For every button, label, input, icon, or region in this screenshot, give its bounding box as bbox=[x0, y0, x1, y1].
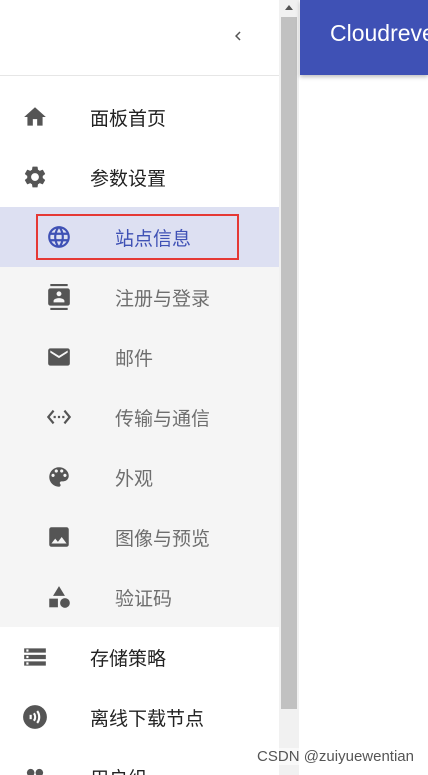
nav-item-label: 验证码 bbox=[115, 587, 173, 610]
nav-subitem-image-preview[interactable]: 图像与预览 bbox=[0, 507, 279, 567]
nav-item-label: 传输与通信 bbox=[115, 407, 211, 430]
group-icon bbox=[22, 764, 48, 775]
nav-subitem-mail[interactable]: 邮件 bbox=[0, 327, 279, 387]
nav-item-settings[interactable]: 参数设置 bbox=[0, 147, 279, 207]
scroll-up-button[interactable] bbox=[279, 0, 299, 16]
drawer-header bbox=[0, 0, 279, 76]
palette-icon bbox=[46, 464, 72, 490]
globe-icon bbox=[46, 224, 72, 250]
nav-item-label: 用户组 bbox=[90, 764, 147, 775]
app-bar: Cloudreve bbox=[300, 0, 428, 75]
nav-item-label: 外观 bbox=[115, 467, 154, 490]
nav-subitem-site-info[interactable]: 站点信息 bbox=[0, 207, 279, 267]
watermark: CSDN @zuiyuewentian bbox=[257, 748, 414, 765]
image-icon bbox=[46, 524, 72, 550]
nav-subitem-captcha[interactable]: 验证码 bbox=[0, 567, 279, 627]
nav-item-label: 面板首页 bbox=[90, 107, 167, 130]
scroll-thumb[interactable] bbox=[281, 17, 297, 709]
navigation-drawer: 面板首页 参数设置 站点信息 注册与登录 邮件 传输与通信 外观 图像与预览 验… bbox=[0, 0, 279, 775]
nav-item-label: 离线下载节点 bbox=[90, 707, 205, 730]
gear-icon bbox=[22, 164, 48, 190]
shapes-icon bbox=[46, 584, 72, 610]
nav-item-label: 图像与预览 bbox=[115, 527, 211, 550]
nav-item-dashboard[interactable]: 面板首页 bbox=[0, 87, 279, 147]
nav-item-offline-download[interactable]: 离线下载节点 bbox=[0, 687, 279, 747]
storage-icon bbox=[22, 644, 48, 670]
nav-item-label: 邮件 bbox=[115, 347, 154, 370]
nav-subitem-register-login[interactable]: 注册与登录 bbox=[0, 267, 279, 327]
drawer-scrollbar[interactable] bbox=[279, 0, 299, 775]
nav-subitem-appearance[interactable]: 外观 bbox=[0, 447, 279, 507]
nav-item-storage-policy[interactable]: 存储策略 bbox=[0, 627, 279, 687]
nav-item-label: 站点信息 bbox=[115, 227, 192, 250]
chevron-left-icon bbox=[229, 27, 247, 45]
download-node-icon bbox=[22, 704, 48, 730]
mail-icon bbox=[46, 344, 72, 370]
collapse-drawer-button[interactable] bbox=[222, 20, 254, 52]
nav-item-label: 注册与登录 bbox=[115, 287, 211, 310]
home-icon bbox=[22, 104, 48, 130]
nav-item-label: 存储策略 bbox=[90, 647, 167, 670]
nav-item-user-group[interactable]: 用户组 bbox=[0, 747, 279, 775]
contact-card-icon bbox=[46, 284, 72, 310]
nav-subitem-transfer[interactable]: 传输与通信 bbox=[0, 387, 279, 447]
app-title: Cloudreve bbox=[330, 20, 428, 46]
nav-item-label: 参数设置 bbox=[90, 167, 167, 190]
code-arrows-icon bbox=[46, 404, 72, 430]
